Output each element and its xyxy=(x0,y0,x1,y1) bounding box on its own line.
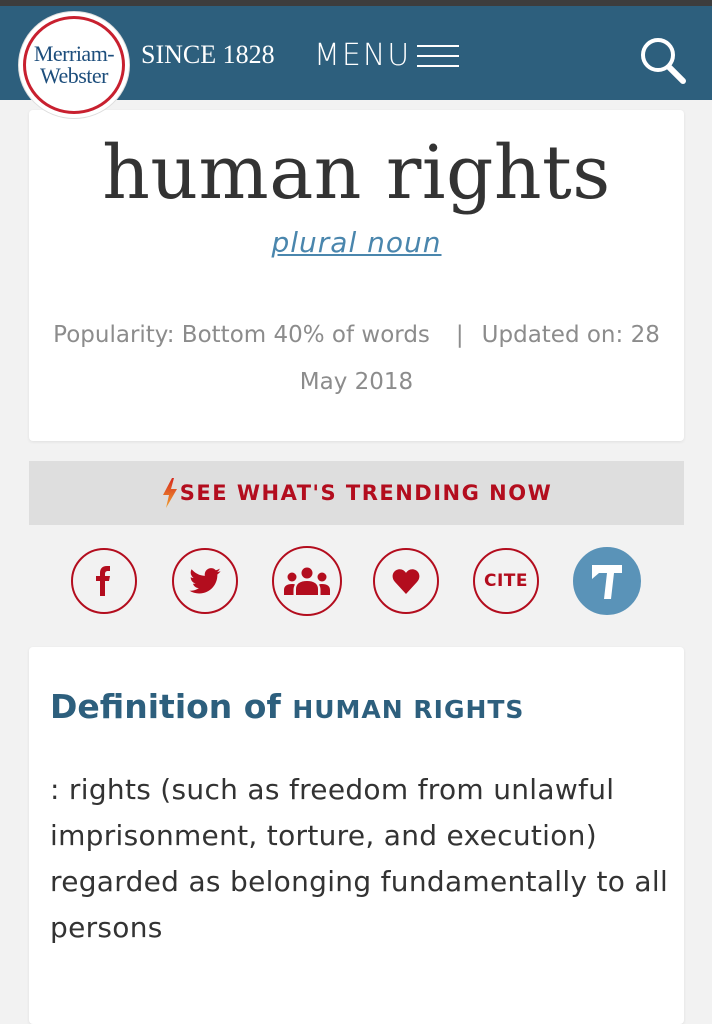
meta-separator: | xyxy=(455,322,464,348)
definition-heading-word: HUMAN RIGHTS xyxy=(292,695,525,724)
part-of-speech-link[interactable]: plural noun xyxy=(271,226,441,259)
save-word-button[interactable] xyxy=(373,548,439,614)
twitter-icon xyxy=(189,568,221,594)
trending-banner[interactable]: SEE WHAT'S TRENDING NOW xyxy=(29,461,684,525)
thesaurus-icon xyxy=(592,565,622,599)
lightning-bolt-icon xyxy=(162,478,177,508)
merriam-webster-logo[interactable]: Merriam- Webster xyxy=(19,12,129,118)
logo-line-2: Webster xyxy=(39,63,109,88)
facebook-share-button[interactable] xyxy=(71,548,137,614)
headword: human rights xyxy=(102,130,611,216)
part-of-speech: plural noun xyxy=(29,226,684,259)
people-icon xyxy=(284,567,330,595)
definition-card: Definition of HUMAN RIGHTS : rights (suc… xyxy=(29,647,684,1024)
cite-button[interactable]: CITE xyxy=(473,548,539,614)
definition-heading: Definition of HUMAN RIGHTS xyxy=(50,687,524,726)
trending-label: SEE WHAT'S TRENDING NOW xyxy=(179,481,553,505)
search-icon xyxy=(641,38,686,84)
definition-heading-prefix: Definition of xyxy=(50,687,281,726)
search-button[interactable] xyxy=(636,34,690,88)
heart-icon xyxy=(392,569,420,594)
twitter-share-button[interactable] xyxy=(172,548,238,614)
definition-text: : rights (such as freedom from unlawful … xyxy=(50,773,669,944)
entry-card: human rights plural noun Popularity: Bot… xyxy=(29,110,684,441)
community-button[interactable] xyxy=(272,546,342,616)
cite-label: CITE xyxy=(483,571,528,591)
facebook-icon xyxy=(96,566,110,596)
hamburger-icon xyxy=(417,44,460,67)
entry-meta: Popularity: Bottom 40% of words | Updated … xyxy=(49,312,664,406)
tagline: SINCE 1828 xyxy=(141,40,275,69)
menu-label: MENU xyxy=(314,38,412,73)
menu-button[interactable]: MENU xyxy=(314,38,460,73)
share-toolbar: CITE xyxy=(0,546,712,616)
logo-line-1: Merriam- xyxy=(33,41,115,66)
popularity: Popularity: Bottom 40% of words xyxy=(53,322,430,348)
thesaurus-button[interactable] xyxy=(573,547,641,615)
